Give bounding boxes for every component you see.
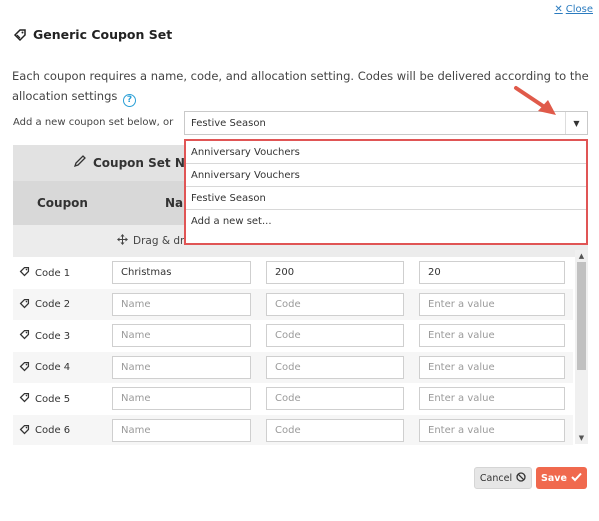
- coupon-set-select-value: Festive Season: [191, 117, 266, 129]
- table-row: Code 4 Name Code Enter a value: [13, 351, 573, 384]
- question-circle-icon[interactable]: ?: [123, 93, 137, 107]
- name-input[interactable]: Name: [112, 355, 251, 379]
- scroll-down-icon[interactable]: ▼: [575, 432, 588, 444]
- dropdown-option[interactable]: Anniversary Vouchers: [186, 164, 586, 187]
- close-icon: ✕: [554, 4, 563, 15]
- ban-icon: [516, 471, 526, 485]
- pencil-icon: [73, 154, 87, 171]
- dialog-title-text: Generic Coupon Set: [33, 27, 173, 42]
- save-button[interactable]: Save: [536, 467, 587, 489]
- name-input[interactable]: Name: [112, 418, 251, 442]
- close-link[interactable]: ✕ Close: [554, 4, 593, 15]
- table-row: Code 6 Name Code Enter a value: [13, 414, 573, 445]
- coupon-set-dropdown: Anniversary Vouchers Anniversary Voucher…: [184, 139, 588, 245]
- column-header-name: Na: [165, 196, 184, 210]
- code-label: Code 3: [35, 330, 71, 342]
- code-input[interactable]: Code: [266, 387, 404, 411]
- tag-icon: [19, 266, 30, 280]
- code-label: Code 1: [35, 267, 71, 279]
- code-input[interactable]: Code: [266, 355, 404, 379]
- tag-icon: [19, 329, 30, 343]
- value-input[interactable]: Enter a value: [419, 418, 565, 442]
- cancel-label: Cancel: [479, 472, 513, 484]
- column-header-coupon: Coupon: [37, 196, 88, 210]
- tag-icon: [19, 298, 30, 312]
- code-label: Code 6: [35, 425, 71, 437]
- table-row: Code 2 Name Code Enter a value: [13, 288, 573, 321]
- tag-icon: [13, 28, 27, 42]
- cancel-button[interactable]: Cancel: [474, 467, 532, 489]
- name-input[interactable]: Name: [112, 387, 251, 411]
- name-input[interactable]: Christmas: [112, 261, 251, 284]
- code-label: Code 5: [35, 393, 71, 405]
- scroll-up-icon[interactable]: ▲: [575, 250, 588, 262]
- value-input[interactable]: Enter a value: [419, 324, 565, 348]
- description: Each coupon requires a name, code, and a…: [12, 66, 590, 107]
- code-label: Code 2: [35, 299, 71, 311]
- tag-icon: [19, 361, 30, 375]
- table-row: Code 1 Christmas 200 20: [13, 257, 573, 289]
- close-label: Close: [565, 4, 593, 15]
- set-name-header: Coupon Set Na: [93, 155, 193, 170]
- dropdown-option[interactable]: Festive Season: [186, 187, 586, 210]
- description-text: Each coupon requires a name, code, and a…: [12, 69, 589, 103]
- code-input[interactable]: 200: [266, 261, 404, 284]
- scroll-thumb[interactable]: [577, 262, 586, 370]
- table-row: Code 3 Name Code Enter a value: [13, 320, 573, 352]
- tag-icon: [19, 424, 30, 438]
- add-set-label: Add a new coupon set below, or: [13, 117, 174, 128]
- name-input[interactable]: Name: [112, 292, 251, 316]
- drag-hint-text: Drag & dr: [133, 235, 185, 247]
- code-input[interactable]: Code: [266, 418, 404, 442]
- code-label: Code 4: [35, 362, 71, 374]
- save-label: Save: [541, 472, 567, 484]
- code-input[interactable]: Code: [266, 324, 404, 348]
- table-row: Code 5 Name Code Enter a value: [13, 383, 573, 415]
- caret-down-icon[interactable]: ▼: [565, 112, 587, 134]
- dialog-title: Generic Coupon Set: [13, 27, 172, 42]
- value-input[interactable]: Enter a value: [419, 387, 565, 411]
- name-input[interactable]: Name: [112, 324, 251, 348]
- code-input[interactable]: Code: [266, 292, 404, 316]
- value-input[interactable]: Enter a value: [419, 292, 565, 316]
- value-input[interactable]: 20: [419, 261, 565, 284]
- check-icon: [571, 472, 582, 485]
- table-body: Code 1 Christmas 200 20 Code 2 Name Code…: [13, 257, 573, 445]
- annotation-arrow-icon: [514, 86, 556, 115]
- move-icon: [117, 234, 128, 248]
- tag-icon: [19, 392, 30, 406]
- dropdown-option[interactable]: Anniversary Vouchers: [186, 141, 586, 164]
- table-scrollbar[interactable]: ▲ ▼: [575, 250, 588, 444]
- value-input[interactable]: Enter a value: [419, 355, 565, 379]
- dropdown-option-add-new[interactable]: Add a new set...: [186, 210, 586, 233]
